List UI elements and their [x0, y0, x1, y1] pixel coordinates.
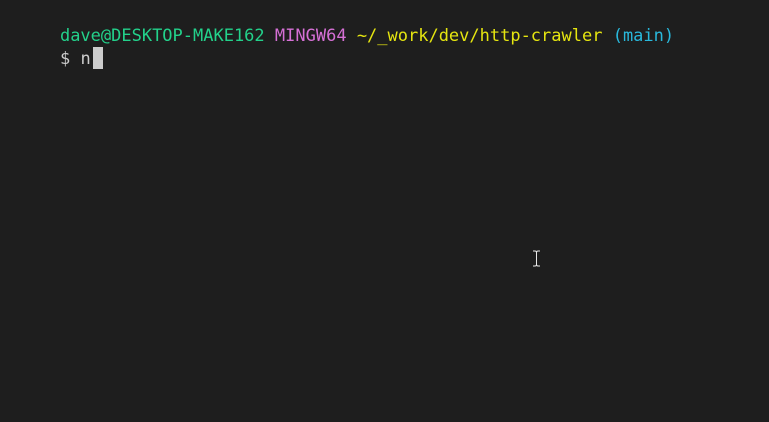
text-cursor	[92, 47, 103, 69]
typed-command[interactable]: n	[80, 49, 90, 69]
input-line[interactable]: $ n	[19, 23, 103, 69]
prompt-git-branch: (main)	[612, 26, 675, 46]
terminal-window[interactable]: dave@DESKTOP-MAKE162 MINGW64 ~/_work/dev…	[0, 0, 769, 422]
prompt-line: dave@DESKTOP-MAKE162 MINGW64 ~/_work/dev…	[19, 0, 674, 46]
text-ibeam-cursor-icon	[533, 250, 540, 267]
prompt-environment: MINGW64	[274, 26, 347, 46]
prompt-path: ~/_work/dev/http-crawler	[356, 26, 603, 46]
prompt-symbol: $	[59, 49, 71, 69]
